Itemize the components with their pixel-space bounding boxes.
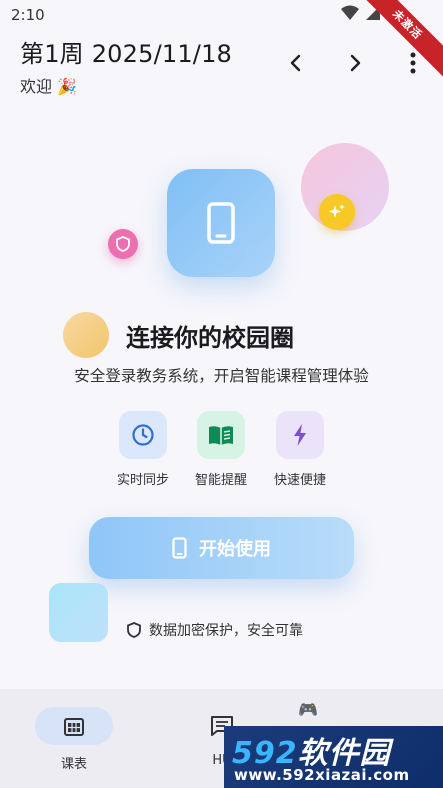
feature-label: 实时同步 bbox=[116, 473, 169, 488]
nav-item-schedule[interactable]: 课表 bbox=[34, 707, 114, 772]
decor-gold-circle bbox=[63, 312, 109, 358]
smartphone-icon bbox=[207, 202, 235, 244]
start-button-label: 开始使用 bbox=[199, 539, 271, 560]
shield-icon bbox=[116, 236, 130, 252]
status-time: 2:10 bbox=[11, 6, 45, 24]
prev-week-button[interactable] bbox=[281, 48, 311, 78]
sparkle-badge bbox=[319, 194, 355, 230]
hero-title: 连接你的校园圈 bbox=[126, 324, 294, 352]
decor-cyan-square bbox=[49, 583, 108, 642]
feature-icon-tile bbox=[197, 411, 245, 459]
feature-icon-tile bbox=[276, 411, 324, 459]
welcome-text: 欢迎 🎉 bbox=[20, 77, 78, 96]
feature-smart-reminder: 智能提醒 bbox=[191, 411, 251, 488]
chevron-left-icon bbox=[290, 54, 301, 72]
feature-realtime-sync: 实时同步 bbox=[113, 411, 173, 488]
wifi-icon bbox=[341, 5, 359, 20]
watermark-logo: 592软件园 www.592xiazai.com bbox=[224, 726, 443, 788]
shield-badge bbox=[108, 229, 138, 259]
book-icon bbox=[209, 426, 233, 445]
more-menu-button[interactable] bbox=[398, 48, 428, 78]
more-vertical-icon bbox=[410, 52, 416, 74]
header: 第1周 2025/11/18 欢迎 🎉 bbox=[20, 34, 232, 97]
secure-note-text: 数据加密保护，安全可靠 bbox=[149, 623, 303, 639]
shield-icon bbox=[127, 622, 141, 638]
bolt-icon bbox=[294, 424, 306, 446]
week-title: 第1周 2025/11/18 bbox=[20, 40, 233, 68]
feature-label: 快速便捷 bbox=[273, 473, 326, 488]
start-button[interactable]: 开始使用 bbox=[89, 517, 354, 579]
nav-label: 课表 bbox=[60, 757, 87, 772]
smartphone-icon bbox=[172, 537, 187, 559]
secure-note: 数据加密保护，安全可靠 bbox=[127, 620, 303, 640]
next-week-button[interactable] bbox=[340, 48, 370, 78]
feature-fast-convenient: 快速便捷 bbox=[270, 411, 330, 488]
clock-icon bbox=[132, 424, 154, 446]
hero-subtitle: 安全登录教务系统，开启智能课程管理体验 bbox=[74, 367, 369, 385]
calendar-grid-icon bbox=[64, 718, 84, 736]
nav-pill bbox=[35, 707, 113, 745]
sparkle-icon bbox=[328, 204, 345, 218]
feature-icon-tile bbox=[119, 411, 167, 459]
hero-phone-tile bbox=[167, 169, 275, 277]
chevron-right-icon bbox=[350, 54, 361, 72]
watermark-url: www.592xiazai.com bbox=[234, 766, 410, 784]
gamepad-decor-icon: 🎮 bbox=[298, 700, 318, 719]
feature-label: 智能提醒 bbox=[194, 473, 247, 488]
